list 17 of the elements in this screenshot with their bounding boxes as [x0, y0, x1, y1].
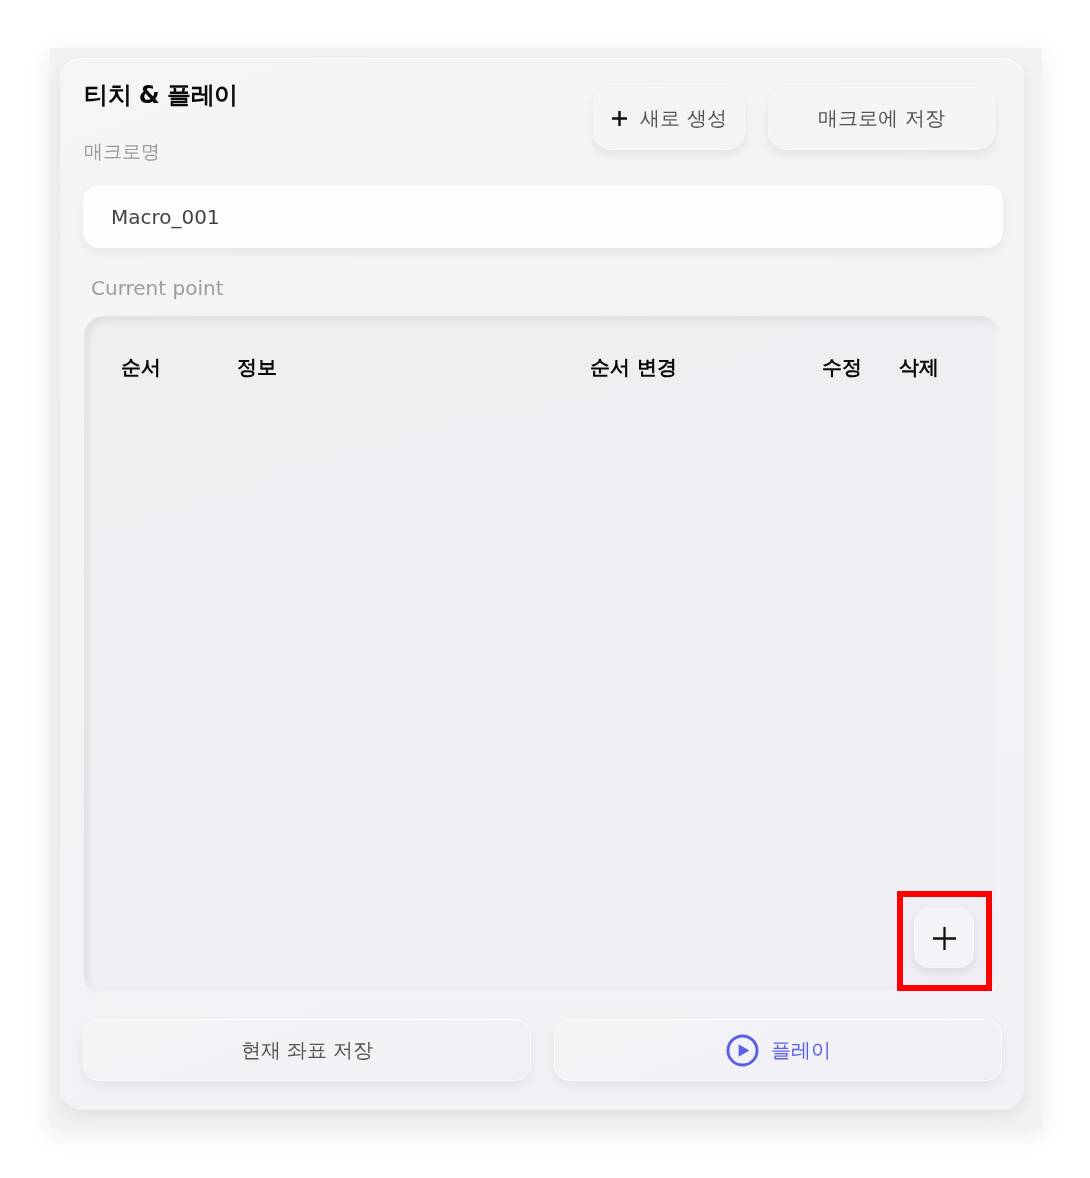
new-button[interactable]: 새로 생성	[593, 87, 745, 150]
save-button[interactable]: 매크로에 저장	[768, 87, 995, 150]
plus-icon	[611, 110, 629, 127]
play-button[interactable]: 플레이	[554, 1019, 1002, 1081]
macro-name-field[interactable]: Macro_001	[83, 185, 1003, 248]
column-header: 순서	[121, 355, 161, 379]
column-header: 정보	[237, 355, 277, 379]
field-label: 매크로명	[84, 139, 161, 163]
add-point-button[interactable]	[914, 908, 974, 968]
save-position-button[interactable]: 현재 좌표 저장	[83, 1019, 531, 1081]
section-label: Current point	[90, 276, 224, 300]
play-icon	[725, 1033, 759, 1067]
column-header: 삭제	[899, 355, 939, 379]
plus-icon	[931, 925, 957, 951]
panel-title: 티치 & 플레이	[84, 80, 238, 110]
column-header: 순서 변경	[590, 355, 677, 379]
column-header: 수정	[822, 355, 862, 379]
